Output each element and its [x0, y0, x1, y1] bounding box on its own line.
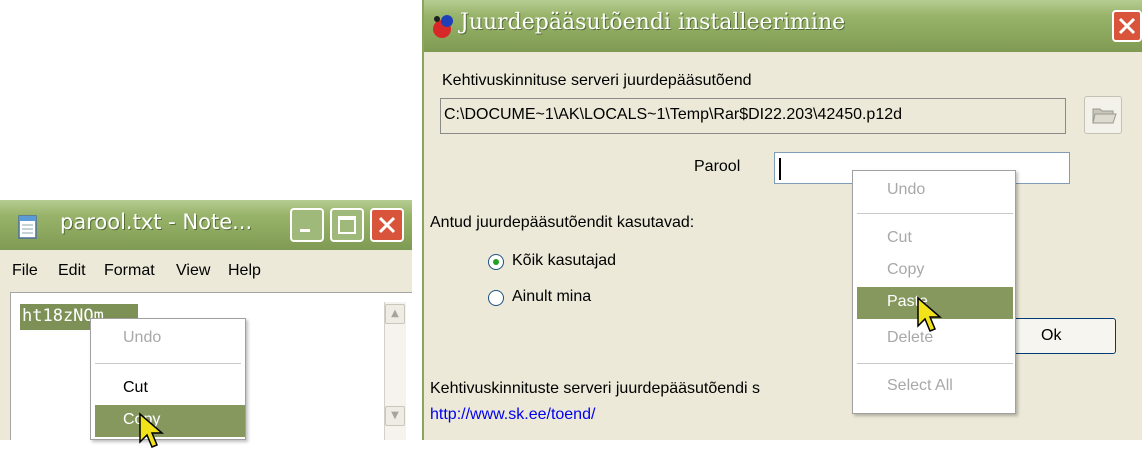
- password-label: Parool: [694, 158, 741, 175]
- dialog-close-button[interactable]: [1112, 10, 1142, 42]
- notepad-menu-bar: File Edit Format View Help: [0, 250, 412, 292]
- cert-path: C:\DOCUME~1\AK\LOCALS~1\Temp\Rar$DI22.20…: [444, 106, 903, 123]
- close-icon: [1118, 17, 1136, 35]
- maximize-icon: [338, 216, 356, 234]
- notepad-title-bar[interactable]: parool.txt - Note...: [0, 200, 412, 250]
- context-copy[interactable]: Copy: [887, 261, 924, 279]
- dialog-title-bar[interactable]: Juurdepääsutõendi installeerimine: [424, 0, 1142, 52]
- menu-separator: [857, 213, 1013, 214]
- notepad-context-menu: Undo Cut Copy: [90, 318, 246, 440]
- radio-all-users[interactable]: [488, 254, 504, 270]
- context-cut[interactable]: Cut: [887, 229, 912, 247]
- scroll-down-icon[interactable]: ▼: [385, 406, 405, 426]
- mouse-pointer-icon: [139, 412, 165, 448]
- text-cursor: [779, 158, 781, 180]
- ok-label: Ok: [1041, 327, 1062, 344]
- context-undo[interactable]: Undo: [123, 329, 161, 347]
- menu-view[interactable]: View: [176, 262, 210, 280]
- open-folder-icon: [1092, 108, 1117, 124]
- notepad-icon: [18, 215, 37, 239]
- dialog-context-menu: Undo Cut Copy Paste Delete Select All: [852, 170, 1016, 414]
- radio-all-label[interactable]: Kõik kasutajad: [512, 252, 616, 270]
- menu-file[interactable]: File: [12, 262, 38, 280]
- users-label: Antud juurdepääsutõendit kasutavad:: [430, 214, 695, 231]
- app-icon: [433, 15, 453, 38]
- vertical-scrollbar[interactable]: ▲ ▼: [384, 302, 406, 440]
- menu-help[interactable]: Help: [228, 262, 261, 280]
- cert-label: Kehtivuskinnituse serveri juurdepääsutõe…: [442, 72, 752, 89]
- context-cut[interactable]: Cut: [123, 379, 148, 397]
- close-icon: [378, 216, 396, 234]
- dialog-title: Juurdepääsutõendi installeerimine: [460, 10, 846, 35]
- install-dialog: Juurdepääsutõendi installeerimine Kehtiv…: [422, 0, 1142, 440]
- mouse-pointer-icon: [917, 296, 943, 332]
- context-select-all[interactable]: Select All: [887, 377, 953, 395]
- menu-format[interactable]: Format: [104, 262, 155, 280]
- scroll-up-icon[interactable]: ▲: [385, 304, 405, 324]
- close-button[interactable]: [370, 208, 404, 242]
- context-undo[interactable]: Undo: [887, 181, 925, 199]
- footer-text: Kehtivuskinnituste serveri juurdepääsutõ…: [430, 380, 760, 397]
- minimize-button[interactable]: [290, 208, 324, 242]
- menu-edit[interactable]: Edit: [58, 262, 86, 280]
- browse-button[interactable]: [1084, 96, 1122, 134]
- maximize-button[interactable]: [330, 208, 364, 242]
- radio-only-me[interactable]: [488, 290, 504, 306]
- radio-me-label[interactable]: Ainult mina: [512, 288, 591, 306]
- minimize-icon: [300, 229, 310, 232]
- menu-separator: [857, 363, 1013, 364]
- context-copy-highlight[interactable]: [95, 405, 245, 437]
- notepad-title: parool.txt - Note...: [60, 210, 253, 234]
- footer-link[interactable]: http://www.sk.ee/toend/: [430, 406, 595, 424]
- radio-selected-dot: [493, 259, 499, 265]
- menu-separator: [95, 363, 241, 364]
